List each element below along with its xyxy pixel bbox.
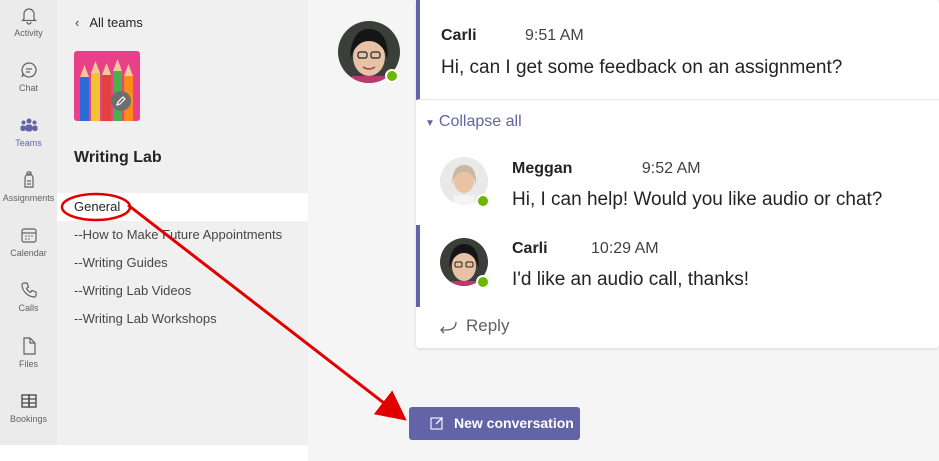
- reply-message: Carli 10:29 AM I'd like an audio call, t…: [416, 225, 935, 307]
- team-name: Writing Lab: [74, 149, 162, 166]
- phone-icon: [20, 282, 37, 298]
- assignments-icon: [23, 171, 34, 188]
- reply-arrow-icon: [440, 321, 457, 333]
- bell-icon: [20, 8, 37, 25]
- new-conversation-button[interactable]: New conversation: [409, 407, 580, 440]
- collapse-all-button[interactable]: ▼ Collapse all: [425, 113, 522, 131]
- message-time: 9:51 AM: [525, 27, 584, 44]
- compose-icon: [430, 417, 443, 430]
- caret-down-icon: ▼: [425, 118, 435, 129]
- rail-item-calendar[interactable]: Calendar: [0, 225, 57, 275]
- rail-item-files[interactable]: Files: [0, 336, 57, 386]
- collapse-all-label: Collapse all: [438, 113, 522, 130]
- root-message: Carli 9:51 AM Hi, can I get some feedbac…: [416, 0, 939, 100]
- reply-button[interactable]: Reply: [438, 316, 509, 336]
- teams-icon: [20, 118, 37, 132]
- channel-workshops[interactable]: --Writing Lab Workshops: [57, 305, 308, 333]
- rail-item-calls[interactable]: Calls: [0, 280, 57, 330]
- channel-videos[interactable]: --Writing Lab Videos: [57, 277, 308, 305]
- file-icon: [22, 337, 36, 355]
- bookings-icon: [20, 394, 37, 408]
- channel-label: General: [74, 199, 121, 214]
- channel-general[interactable]: General: [57, 193, 308, 221]
- channel-label: --Writing Guides: [74, 255, 168, 270]
- rail-label: Activity: [14, 28, 43, 38]
- message-text: I'd like an audio call, thanks!: [512, 269, 750, 290]
- chevron-left-icon: ‹: [75, 15, 80, 30]
- message-author: Carli: [441, 27, 477, 44]
- rail-label: Calls: [18, 303, 39, 313]
- message-time: 9:52 AM: [641, 160, 701, 177]
- thread-card: Carli 9:51 AM Hi, can I get some feedbac…: [416, 0, 939, 348]
- team-panel: ‹ All teams Writing Lab General --How to …: [57, 0, 308, 445]
- rail-item-chat[interactable]: Chat: [0, 60, 57, 110]
- message-author: Meggan: [512, 160, 573, 177]
- all-teams-label: All teams: [89, 15, 143, 30]
- chat-icon: [20, 62, 37, 78]
- channel-label: --Writing Lab Workshops: [74, 311, 217, 326]
- reply-message: Meggan 9:52 AM Hi, I can help! Would you…: [420, 143, 939, 221]
- channel-guides[interactable]: --Writing Guides: [57, 249, 308, 277]
- new-conversation-label: New conversation: [454, 415, 574, 431]
- rail-label: Files: [18, 359, 38, 369]
- rail-item-assignments[interactable]: Assignments: [0, 170, 57, 220]
- rail-item-teams[interactable]: Teams: [0, 115, 57, 165]
- pencils-icon: [74, 51, 140, 121]
- channel-label: --Writing Lab Videos: [74, 283, 192, 298]
- message-text: Hi, I can help! Would you like audio or …: [512, 189, 883, 210]
- presence-available-icon: [385, 69, 399, 83]
- rail-item-activity[interactable]: Activity: [0, 5, 57, 55]
- channel-label: --How to Make Future Appointments: [74, 227, 283, 242]
- conversation-area: Carli 9:51 AM Hi, can I get some feedbac…: [308, 0, 939, 461]
- rail-item-bookings[interactable]: Bookings: [0, 391, 57, 441]
- presence-available-icon: [476, 194, 490, 208]
- presence-available-icon: [476, 275, 490, 289]
- rail-label: Chat: [18, 83, 38, 93]
- rail-label: Calendar: [10, 248, 47, 258]
- all-teams-link[interactable]: ‹ All teams: [75, 15, 143, 30]
- team-image[interactable]: [74, 51, 140, 121]
- reply-label: Reply: [466, 316, 510, 335]
- message-text: Hi, can I get some feedback on an assign…: [441, 57, 843, 78]
- app-rail: Activity Chat Teams Assignments Calendar…: [0, 0, 57, 445]
- message-author: Carli: [512, 240, 548, 257]
- message-time: 10:29 AM: [591, 240, 659, 257]
- calendar-icon: [20, 228, 37, 243]
- rail-label: Assignments: [2, 193, 55, 203]
- rail-label: Teams: [15, 138, 42, 148]
- channel-appointments[interactable]: --How to Make Future Appointments: [57, 221, 308, 249]
- rail-label: Bookings: [9, 414, 48, 424]
